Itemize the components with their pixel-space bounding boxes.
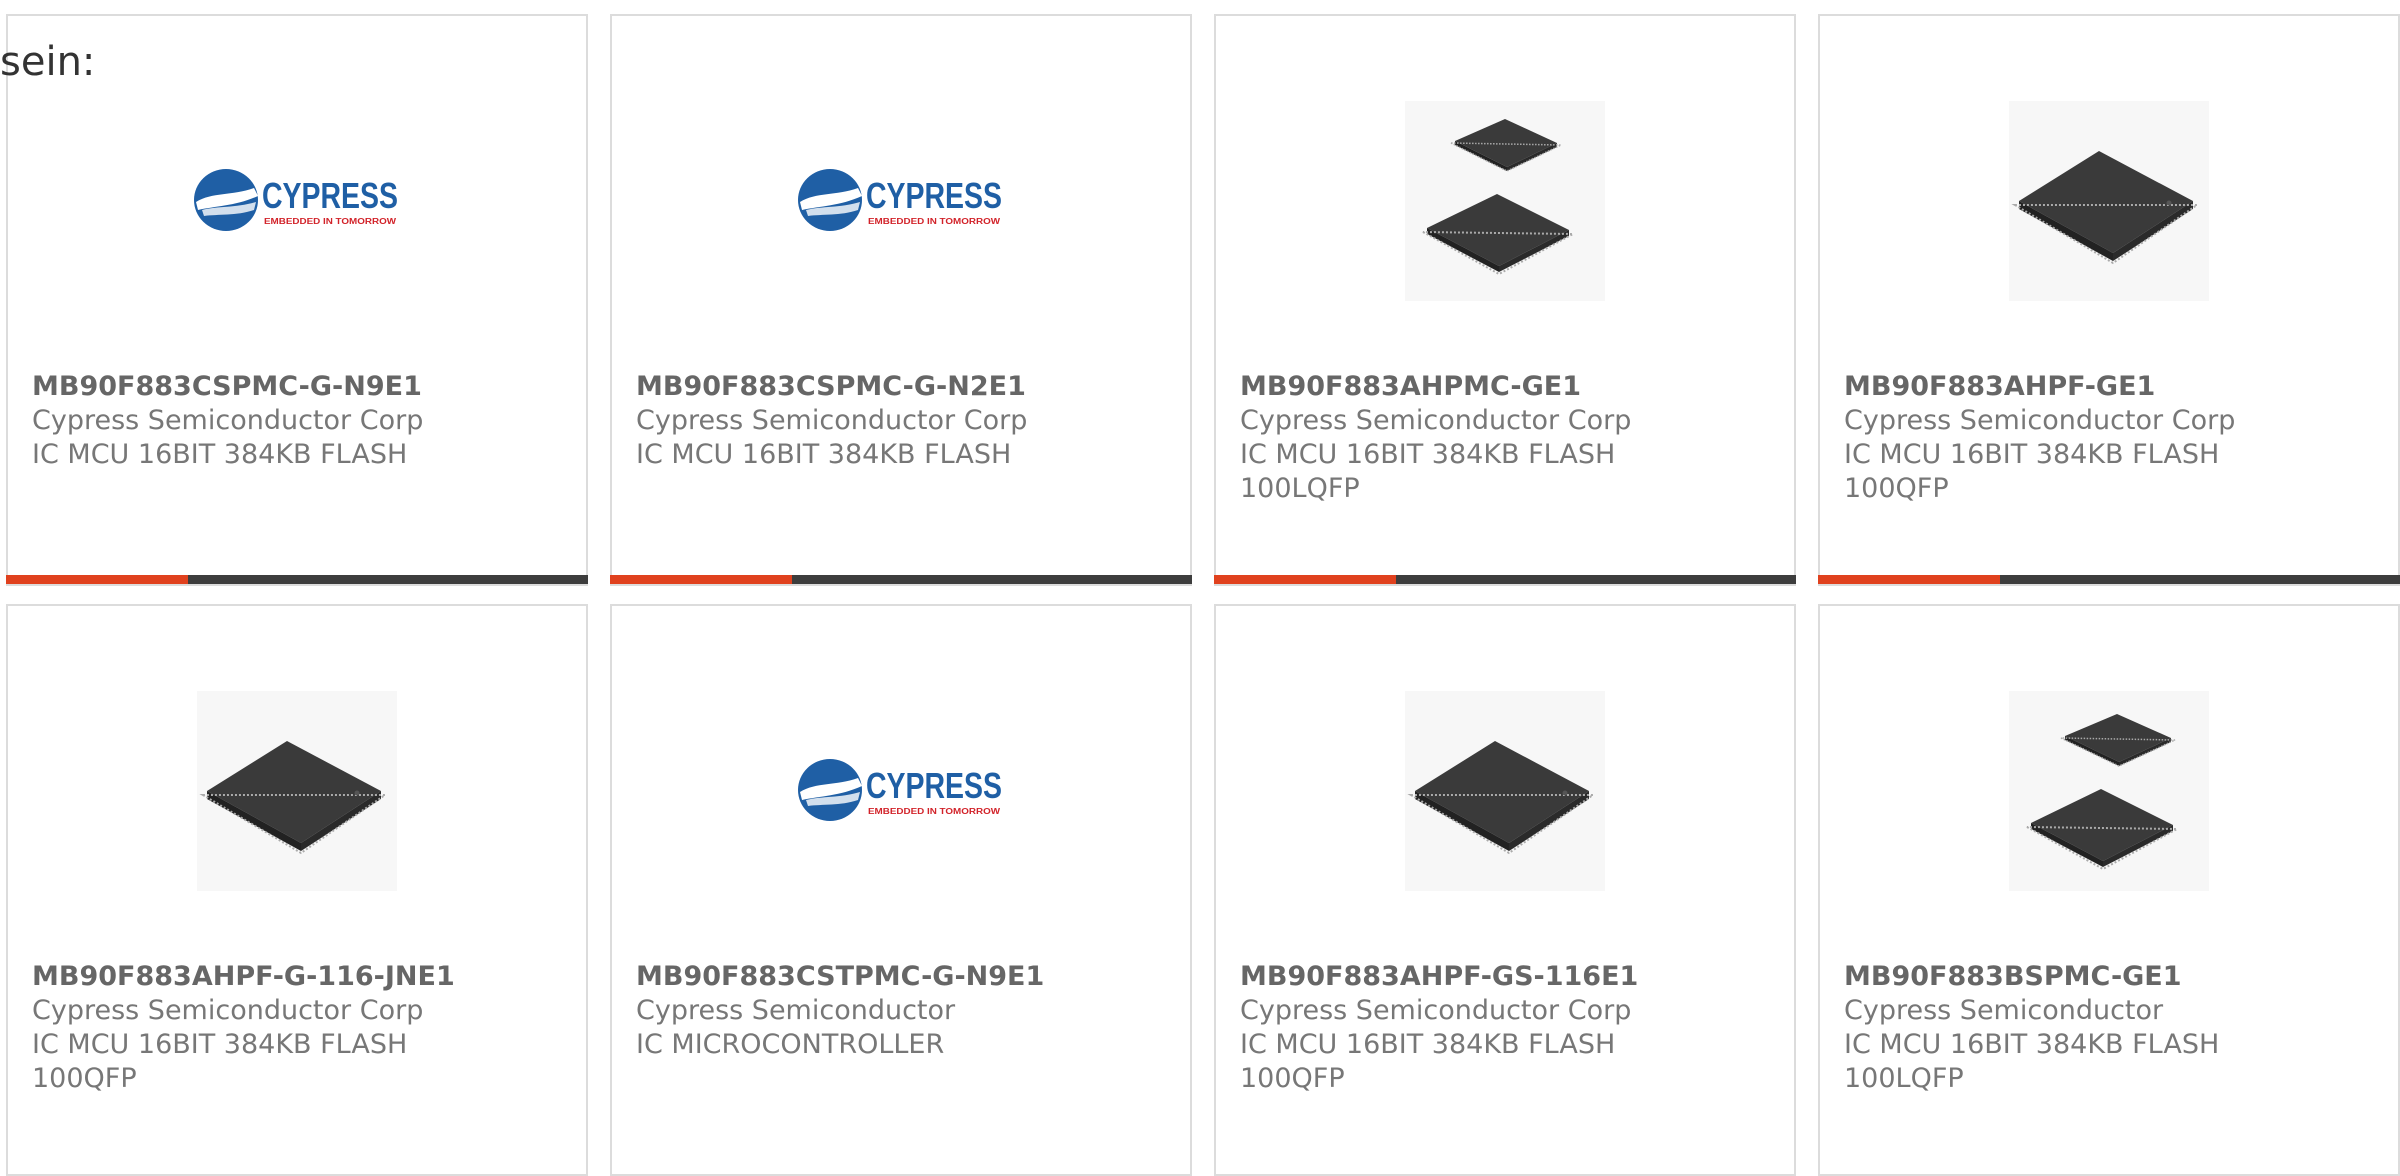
manufacturer: Cypress Semiconductor Corp bbox=[1240, 405, 1632, 436]
manufacturer: Cypress Semiconductor Corp bbox=[1240, 995, 1632, 1026]
card-accent-bar bbox=[610, 575, 792, 584]
product-card[interactable]: MB90F883AHPMC-GE1 Cypress Semiconductor … bbox=[1214, 14, 1796, 586]
product-image bbox=[8, 666, 586, 916]
description: IC MCU 16BIT 384KB FLASH bbox=[1240, 439, 1616, 470]
package: 100QFP bbox=[1240, 1063, 1345, 1094]
product-image bbox=[1820, 76, 2398, 326]
logo-tagline-text: EMBEDDED IN TOMORROW bbox=[868, 807, 1001, 816]
chip-icon bbox=[197, 691, 397, 891]
cypress-logo-icon: CYPRESS EMBEDDED IN TOMORROW bbox=[798, 169, 1002, 231]
product-card[interactable]: CYPRESS EMBEDDED IN TOMORROW MB90F883CSP… bbox=[6, 14, 588, 586]
manufacturer: Cypress Semiconductor Corp bbox=[32, 995, 424, 1026]
product-card[interactable]: CYPRESS EMBEDDED IN TOMORROW MB90F883CSP… bbox=[610, 14, 1192, 586]
product-image: CYPRESS EMBEDDED IN TOMORROW bbox=[612, 666, 1190, 916]
chip-pair-icon bbox=[2009, 691, 2209, 891]
manufacturer: Cypress Semiconductor Corp bbox=[636, 405, 1028, 436]
package: 100QFP bbox=[32, 1063, 137, 1094]
part-number[interactable]: MB90F883AHPMC-GE1 bbox=[1240, 370, 1774, 404]
product-grid: CYPRESS EMBEDDED IN TOMORROW MB90F883CSP… bbox=[0, 0, 2400, 1176]
description: IC MCU 16BIT 384KB FLASH bbox=[32, 439, 408, 470]
logo-brand-text: CYPRESS bbox=[866, 175, 1002, 216]
product-card[interactable]: MB90F883AHPF-GE1 Cypress Semiconductor C… bbox=[1818, 14, 2400, 586]
product-image: CYPRESS EMBEDDED IN TOMORROW bbox=[612, 76, 1190, 326]
card-bottom-bar bbox=[6, 575, 588, 584]
part-number[interactable]: MB90F883CSTPMC-G-N9E1 bbox=[636, 960, 1170, 994]
part-number[interactable]: MB90F883BSPMC-GE1 bbox=[1844, 960, 2378, 994]
product-image bbox=[1216, 666, 1794, 916]
part-number[interactable]: MB90F883AHPF-GE1 bbox=[1844, 370, 2378, 404]
manufacturer: Cypress Semiconductor Corp bbox=[32, 405, 424, 436]
logo-brand-text: CYPRESS bbox=[262, 175, 398, 216]
chip-icon bbox=[2009, 101, 2209, 301]
card-accent-bar bbox=[1214, 575, 1396, 584]
chip-icon bbox=[1405, 691, 1605, 891]
product-card[interactable]: MB90F883AHPF-GS-116E1 Cypress Semiconduc… bbox=[1214, 604, 1796, 1176]
part-number[interactable]: MB90F883CSPMC-G-N2E1 bbox=[636, 370, 1170, 404]
product-image bbox=[1820, 666, 2398, 916]
product-image: CYPRESS EMBEDDED IN TOMORROW bbox=[8, 76, 586, 326]
description: IC MCU 16BIT 384KB FLASH bbox=[1240, 1029, 1616, 1060]
description: IC MCU 16BIT 384KB FLASH bbox=[1844, 439, 2220, 470]
chip-pair-icon bbox=[1405, 101, 1605, 301]
manufacturer: Cypress Semiconductor bbox=[1844, 995, 2164, 1026]
manufacturer: Cypress Semiconductor bbox=[636, 995, 956, 1026]
package: 100QFP bbox=[1844, 473, 1949, 504]
cypress-logo-icon: CYPRESS EMBEDDED IN TOMORROW bbox=[194, 169, 398, 231]
card-bottom-bar bbox=[610, 575, 1192, 584]
product-card[interactable]: CYPRESS EMBEDDED IN TOMORROW MB90F883CST… bbox=[610, 604, 1192, 1176]
product-card[interactable]: MB90F883AHPF-G-116-JNE1 Cypress Semicond… bbox=[6, 604, 588, 1176]
logo-tagline-text: EMBEDDED IN TOMORROW bbox=[868, 217, 1001, 226]
lead-text: sein: bbox=[0, 39, 96, 85]
package: 100LQFP bbox=[1844, 1063, 1964, 1094]
package: 100LQFP bbox=[1240, 473, 1360, 504]
logo-brand-text: CYPRESS bbox=[866, 765, 1002, 806]
manufacturer: Cypress Semiconductor Corp bbox=[1844, 405, 2236, 436]
card-bottom-bar bbox=[1818, 575, 2400, 584]
description: IC MICROCONTROLLER bbox=[636, 1029, 945, 1060]
card-bottom-bar bbox=[1214, 575, 1796, 584]
logo-tagline-text: EMBEDDED IN TOMORROW bbox=[264, 217, 397, 226]
product-card[interactable]: MB90F883BSPMC-GE1 Cypress Semiconductor … bbox=[1818, 604, 2400, 1176]
description: IC MCU 16BIT 384KB FLASH bbox=[32, 1029, 408, 1060]
part-number[interactable]: MB90F883AHPF-GS-116E1 bbox=[1240, 960, 1774, 994]
card-accent-bar bbox=[6, 575, 188, 584]
description: IC MCU 16BIT 384KB FLASH bbox=[1844, 1029, 2220, 1060]
part-number[interactable]: MB90F883AHPF-G-116-JNE1 bbox=[32, 960, 566, 994]
card-accent-bar bbox=[1818, 575, 2000, 584]
cypress-logo-icon: CYPRESS EMBEDDED IN TOMORROW bbox=[798, 759, 1002, 821]
product-image bbox=[1216, 76, 1794, 326]
part-number[interactable]: MB90F883CSPMC-G-N9E1 bbox=[32, 370, 566, 404]
description: IC MCU 16BIT 384KB FLASH bbox=[636, 439, 1012, 470]
